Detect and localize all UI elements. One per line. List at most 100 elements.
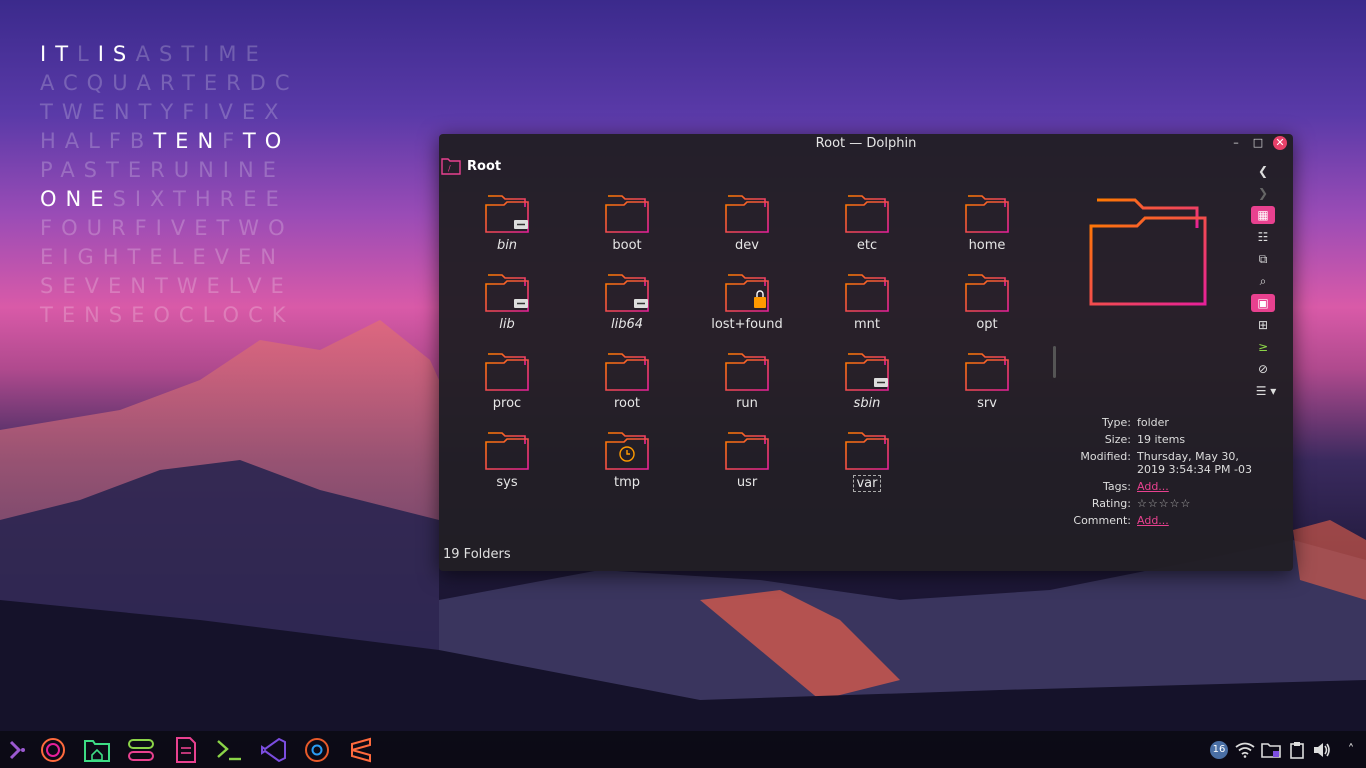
type-label: Type:: [1102, 416, 1131, 429]
folder-item-opt[interactable]: opt: [937, 271, 1037, 341]
large-folder-icon: [1089, 198, 1207, 306]
folder-icon: [937, 192, 1037, 234]
settings-toggle-icon[interactable]: [126, 735, 156, 765]
close-button[interactable]: ✕: [1273, 136, 1287, 150]
folder-item-root[interactable]: root: [577, 350, 677, 420]
word-clock-dim-letters: F: [222, 129, 243, 153]
comment-label: Comment:: [1073, 514, 1131, 527]
folder-item-srv[interactable]: srv: [937, 350, 1037, 420]
notifications-badge[interactable]: 16: [1208, 739, 1230, 761]
maximize-button[interactable]: □: [1251, 136, 1265, 150]
size-label: Size:: [1104, 433, 1131, 446]
split-view-icon[interactable]: ⊞: [1251, 316, 1275, 334]
compact-view-icon[interactable]: ☷: [1251, 228, 1275, 246]
window-controls: – □ ✕: [1229, 136, 1287, 150]
hidden-files-icon[interactable]: ⊘: [1251, 360, 1275, 378]
folder-label: lib64: [610, 317, 644, 332]
tags-label: Tags:: [1102, 480, 1131, 493]
folder-item-proc[interactable]: proc: [457, 350, 557, 420]
icons-view-icon[interactable]: ▦: [1251, 206, 1275, 224]
folder-label: mnt: [854, 317, 880, 332]
folder-icon: [577, 271, 677, 313]
firefox-icon[interactable]: [38, 735, 68, 765]
minimize-button[interactable]: –: [1229, 136, 1243, 150]
word-clock-row: ONESIXTHREE: [40, 187, 320, 216]
preview-icon[interactable]: ▣: [1251, 294, 1275, 312]
word-clock-dim-letters: HALFB: [40, 129, 154, 153]
folder-item-lib[interactable]: lib: [457, 271, 557, 341]
folder-icon: [457, 271, 557, 313]
back-icon[interactable]: ❮: [1251, 162, 1275, 180]
folder-label: etc: [856, 238, 878, 253]
folder-icon: [817, 429, 917, 471]
folder-label: sys: [496, 475, 518, 490]
folder-item-lib64[interactable]: lib64: [577, 271, 677, 341]
folder-item-sys[interactable]: sys: [457, 429, 557, 499]
word-clock-dim-letters: ACQUARTERDC: [40, 71, 299, 95]
dolphin-window: Root — Dolphin – □ ✕ / Root bin boot dev et…: [439, 134, 1293, 571]
folder-icon: [457, 429, 557, 471]
word-clock-lit-word: IS: [97, 42, 136, 66]
wifi-icon[interactable]: [1234, 739, 1256, 761]
rating-stars[interactable]: ☆☆☆☆☆: [1137, 497, 1254, 510]
tags-add-link[interactable]: Add...: [1137, 480, 1254, 493]
forward-icon[interactable]: ❯: [1251, 184, 1275, 202]
word-clock-lit-word: TO: [242, 129, 291, 153]
folder-item-bin[interactable]: bin: [457, 192, 557, 262]
folder-label: run: [736, 396, 758, 411]
folder-icon: [817, 192, 917, 234]
folder-label: opt: [976, 317, 998, 332]
folder-icon: [937, 350, 1037, 392]
location-bar[interactable]: / Root: [441, 156, 501, 176]
folder-icon: [457, 350, 557, 392]
folder-item-etc[interactable]: etc: [817, 192, 917, 262]
word-clock-row: FOURFIVETWO: [40, 216, 320, 245]
word-clock-lit-word: IT: [40, 42, 78, 66]
folder-icon: [937, 271, 1037, 313]
sublime-text-icon[interactable]: [346, 735, 376, 765]
folder-item-usr[interactable]: usr: [697, 429, 797, 499]
folder-item-dev[interactable]: dev: [697, 192, 797, 262]
folder-label: tmp: [613, 475, 640, 490]
app-launcher-icon[interactable]: [2, 735, 32, 765]
status-bar: 19 Folders: [443, 547, 511, 562]
terminal-icon[interactable]: ≥: [1251, 338, 1275, 356]
size-value: 19 items: [1137, 433, 1186, 446]
folder-item-sbin[interactable]: sbin: [817, 350, 917, 420]
text-editor-icon[interactable]: [171, 735, 201, 765]
folder-item-lostfound[interactable]: lost+found: [697, 271, 797, 341]
device-notifier-icon[interactable]: [1260, 739, 1282, 761]
volume-icon[interactable]: [1311, 739, 1333, 761]
folder-item-tmp[interactable]: tmp: [577, 429, 677, 499]
home-folder-icon[interactable]: [82, 735, 112, 765]
word-clock-dim-letters: TENSEOCLOCK: [40, 303, 295, 327]
word-clock-dim-letters: SIXTHREE: [112, 187, 288, 211]
code-editor-icon[interactable]: [258, 735, 288, 765]
folder-label: bin: [496, 238, 518, 253]
panel-splitter[interactable]: [1053, 346, 1056, 378]
folder-label: srv: [977, 396, 997, 411]
folder-label: lib: [499, 317, 515, 332]
clipboard-icon[interactable]: [1286, 739, 1308, 761]
folder-label: home: [968, 238, 1006, 253]
modified-label: Modified:: [1080, 450, 1131, 463]
folder-item-home[interactable]: home: [937, 192, 1037, 262]
word-clock-row: HALFBTENFTO: [40, 129, 320, 158]
folder-label: boot: [612, 238, 642, 253]
comment-add-link[interactable]: Add...: [1137, 514, 1254, 527]
folder-label: sbin: [853, 396, 881, 411]
folder-item-run[interactable]: run: [697, 350, 797, 420]
folder-item-var[interactable]: var: [817, 429, 917, 499]
folder-item-mnt[interactable]: mnt: [817, 271, 917, 341]
folder-item-boot[interactable]: boot: [577, 192, 677, 262]
tray-expand-icon[interactable]: ˄: [1340, 739, 1362, 761]
menu-icon[interactable]: ☰ ▾: [1251, 382, 1281, 400]
folder-icon: [697, 429, 797, 471]
search-icon[interactable]: ⌕: [1251, 272, 1275, 290]
chrome-icon[interactable]: [302, 735, 332, 765]
details-view-icon[interactable]: ⧉: [1251, 250, 1275, 268]
word-clock-row: ITLISASTIME: [40, 42, 320, 71]
terminal-app-icon[interactable]: [214, 735, 244, 765]
rating-label: Rating:: [1091, 497, 1131, 510]
folder-label: root: [613, 396, 641, 411]
